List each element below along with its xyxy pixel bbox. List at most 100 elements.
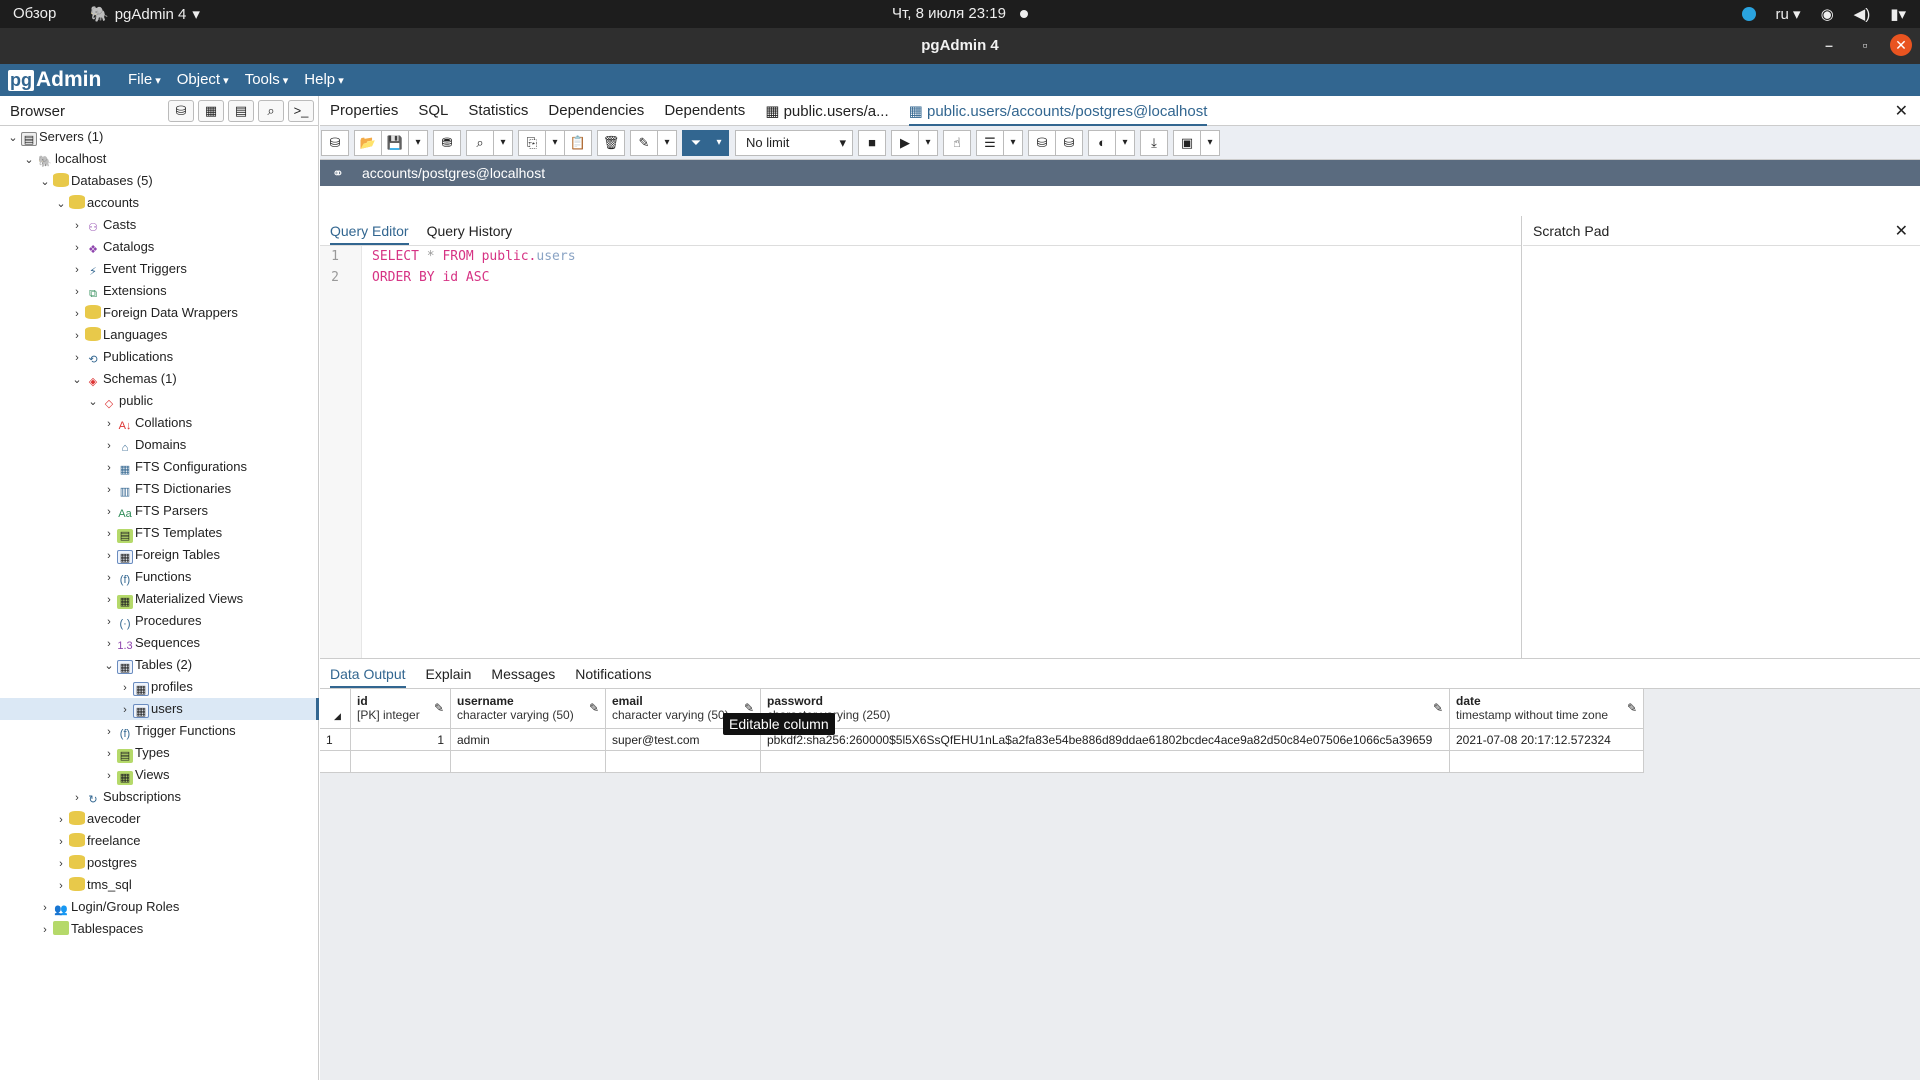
find-dropdown-icon[interactable]: ▾: [493, 129, 513, 156]
column-header-date[interactable]: date timestamp without time zone ✎: [1450, 689, 1644, 729]
chevron-right-icon[interactable]: ›: [118, 677, 132, 699]
edit-dropdown-icon[interactable]: ▾: [657, 129, 677, 156]
chevron-right-icon[interactable]: ›: [102, 523, 116, 545]
tab-query-history[interactable]: Query History: [427, 223, 513, 239]
table-row-empty[interactable]: [320, 751, 1644, 773]
tree-node[interactable]: › Aa FTS Parsers: [0, 500, 318, 522]
filter-dropdown-icon[interactable]: ▾: [709, 129, 729, 156]
chevron-right-icon[interactable]: ›: [102, 743, 116, 765]
tree-node[interactable]: › 1.3 Sequences: [0, 632, 318, 654]
tree-node[interactable]: › tms_sql: [0, 874, 318, 896]
volume-icon[interactable]: ◀): [1854, 5, 1871, 23]
menu-help[interactable]: Help: [304, 71, 343, 88]
column-header-username[interactable]: username character varying (50) ✎: [451, 689, 606, 729]
tree-node[interactable]: › avecoder: [0, 808, 318, 830]
execute-icon[interactable]: ▶: [891, 129, 919, 156]
tab-query-tool-users[interactable]: ▦ public.users/accounts/postgres@localho…: [908, 102, 1208, 126]
tree-node[interactable]: ⌄ ◈ Schemas (1): [0, 368, 318, 390]
menu-object[interactable]: Object: [177, 71, 229, 88]
query-tool-icon[interactable]: ⛁: [168, 100, 194, 122]
chevron-down-icon[interactable]: ⌄: [102, 655, 116, 677]
chevron-right-icon[interactable]: ›: [38, 897, 52, 919]
tree-node[interactable]: › ⟲ Publications: [0, 346, 318, 368]
chevron-right-icon[interactable]: ›: [102, 501, 116, 523]
keyboard-layout[interactable]: ru ▾: [1776, 5, 1801, 23]
clock[interactable]: Чт, 8 июля 23:19: [0, 5, 1920, 22]
tree-node[interactable]: › ❖ Catalogs: [0, 236, 318, 258]
tree-node[interactable]: › (f) Functions: [0, 566, 318, 588]
tab-data-output[interactable]: Data Output: [330, 666, 406, 688]
column-header-password[interactable]: passwordcharacter varying (250) ✎: [761, 689, 1450, 729]
macros-icon[interactable]: ▣: [1173, 129, 1201, 156]
psql-terminal-icon[interactable]: >_: [288, 100, 314, 122]
rollback-icon[interactable]: ⛁: [1055, 129, 1083, 156]
explain-icon[interactable]: ☝: [943, 129, 971, 156]
tree-node[interactable]: › freelance: [0, 830, 318, 852]
cell-id[interactable]: 1: [351, 729, 451, 751]
tree-node[interactable]: ⌄ 🐘 localhost: [0, 148, 318, 170]
tab-query-editor[interactable]: Query Editor: [330, 223, 409, 245]
tree-node[interactable]: › ⚡ Event Triggers: [0, 258, 318, 280]
chevron-right-icon[interactable]: ›: [102, 413, 116, 435]
tree-node[interactable]: › ▦ users: [0, 698, 319, 721]
cell-password[interactable]: pbkdf2:sha256:260000$5l5X6SsQfEHU1nLa$a2…: [761, 729, 1450, 751]
explain-analyze-icon[interactable]: ☰: [976, 129, 1004, 156]
tab-view-data-users[interactable]: ▦ public.users/a...: [765, 102, 888, 120]
chevron-right-icon[interactable]: ›: [102, 457, 116, 479]
chevron-right-icon[interactable]: ›: [102, 721, 116, 743]
tree-node[interactable]: › ↻ Subscriptions: [0, 786, 318, 808]
macros-dropdown-icon[interactable]: ▾: [1200, 129, 1220, 156]
row-limit-select[interactable]: No limit: [735, 129, 853, 156]
cell-date[interactable]: [1450, 751, 1644, 773]
tree-node[interactable]: › ⌂ Domains: [0, 434, 318, 456]
cell-username[interactable]: admin: [451, 729, 606, 751]
cell-date[interactable]: 2021-07-08 20:17:12.572324: [1450, 729, 1644, 751]
chevron-right-icon[interactable]: ›: [102, 545, 116, 567]
select-all-cell[interactable]: ◢: [320, 689, 351, 729]
chevron-right-icon[interactable]: ›: [70, 215, 84, 237]
close-window-button[interactable]: ✕: [1890, 34, 1912, 56]
tree-node[interactable]: › ▥ FTS Dictionaries: [0, 478, 318, 500]
maximize-button[interactable]: ▫: [1854, 34, 1876, 56]
chevron-right-icon[interactable]: ›: [54, 809, 68, 831]
clear-dropdown-icon[interactable]: ▾: [1115, 129, 1135, 156]
table-row[interactable]: 1 1 admin super@test.com pbkdf2:sha256:2…: [320, 729, 1644, 751]
chevron-right-icon[interactable]: ›: [70, 281, 84, 303]
chevron-right-icon[interactable]: ›: [102, 567, 116, 589]
chevron-right-icon[interactable]: ›: [102, 611, 116, 633]
chevron-right-icon[interactable]: ›: [102, 589, 116, 611]
tree-node[interactable]: › ▤ FTS Templates: [0, 522, 318, 544]
find-icon[interactable]: ⌕: [466, 129, 494, 156]
chevron-right-icon[interactable]: ›: [102, 435, 116, 457]
filtered-rows-icon[interactable]: ▤: [228, 100, 254, 122]
save-icon[interactable]: 💾: [381, 129, 409, 156]
connection-bar[interactable]: ⚭ accounts/postgres@localhost: [320, 160, 1920, 186]
execute-dropdown-icon[interactable]: ▾: [918, 129, 938, 156]
tree-node[interactable]: ⌄ Databases (5): [0, 170, 318, 192]
database-icon[interactable]: ⛁: [321, 129, 349, 156]
cell-password[interactable]: [761, 751, 1450, 773]
tree-node[interactable]: ⌄ ◇ public: [0, 390, 318, 412]
search-icon[interactable]: ⌕: [258, 100, 284, 122]
battery-icon[interactable]: ▮▾: [1890, 5, 1906, 23]
cell-id[interactable]: [351, 751, 451, 773]
copy-dropdown-icon[interactable]: ▾: [545, 129, 565, 156]
cell-email[interactable]: [606, 751, 761, 773]
tree-node[interactable]: › ▦ Materialized Views: [0, 588, 318, 610]
tree-node[interactable]: › ▦ FTS Configurations: [0, 456, 318, 478]
save-data-icon[interactable]: ⛃: [433, 129, 461, 156]
tree-node[interactable]: › A↓ Collations: [0, 412, 318, 434]
tab-notifications[interactable]: Notifications: [575, 666, 651, 682]
download-icon[interactable]: ⤓: [1140, 129, 1168, 156]
open-file-icon[interactable]: 📂: [354, 129, 382, 156]
clear-icon[interactable]: ◐: [1088, 129, 1116, 156]
close-tab-button[interactable]: ✕: [1895, 101, 1908, 121]
delete-icon[interactable]: 🗑: [597, 129, 625, 156]
chevron-down-icon[interactable]: ⌄: [6, 127, 20, 149]
tree-node[interactable]: › ▦ Views: [0, 764, 318, 786]
chevron-right-icon[interactable]: ›: [102, 479, 116, 501]
edit-icon[interactable]: ✎: [630, 129, 658, 156]
tab-statistics[interactable]: Statistics: [468, 102, 528, 119]
chevron-right-icon[interactable]: ›: [118, 699, 132, 721]
filter-icon[interactable]: ⏷: [682, 129, 710, 156]
